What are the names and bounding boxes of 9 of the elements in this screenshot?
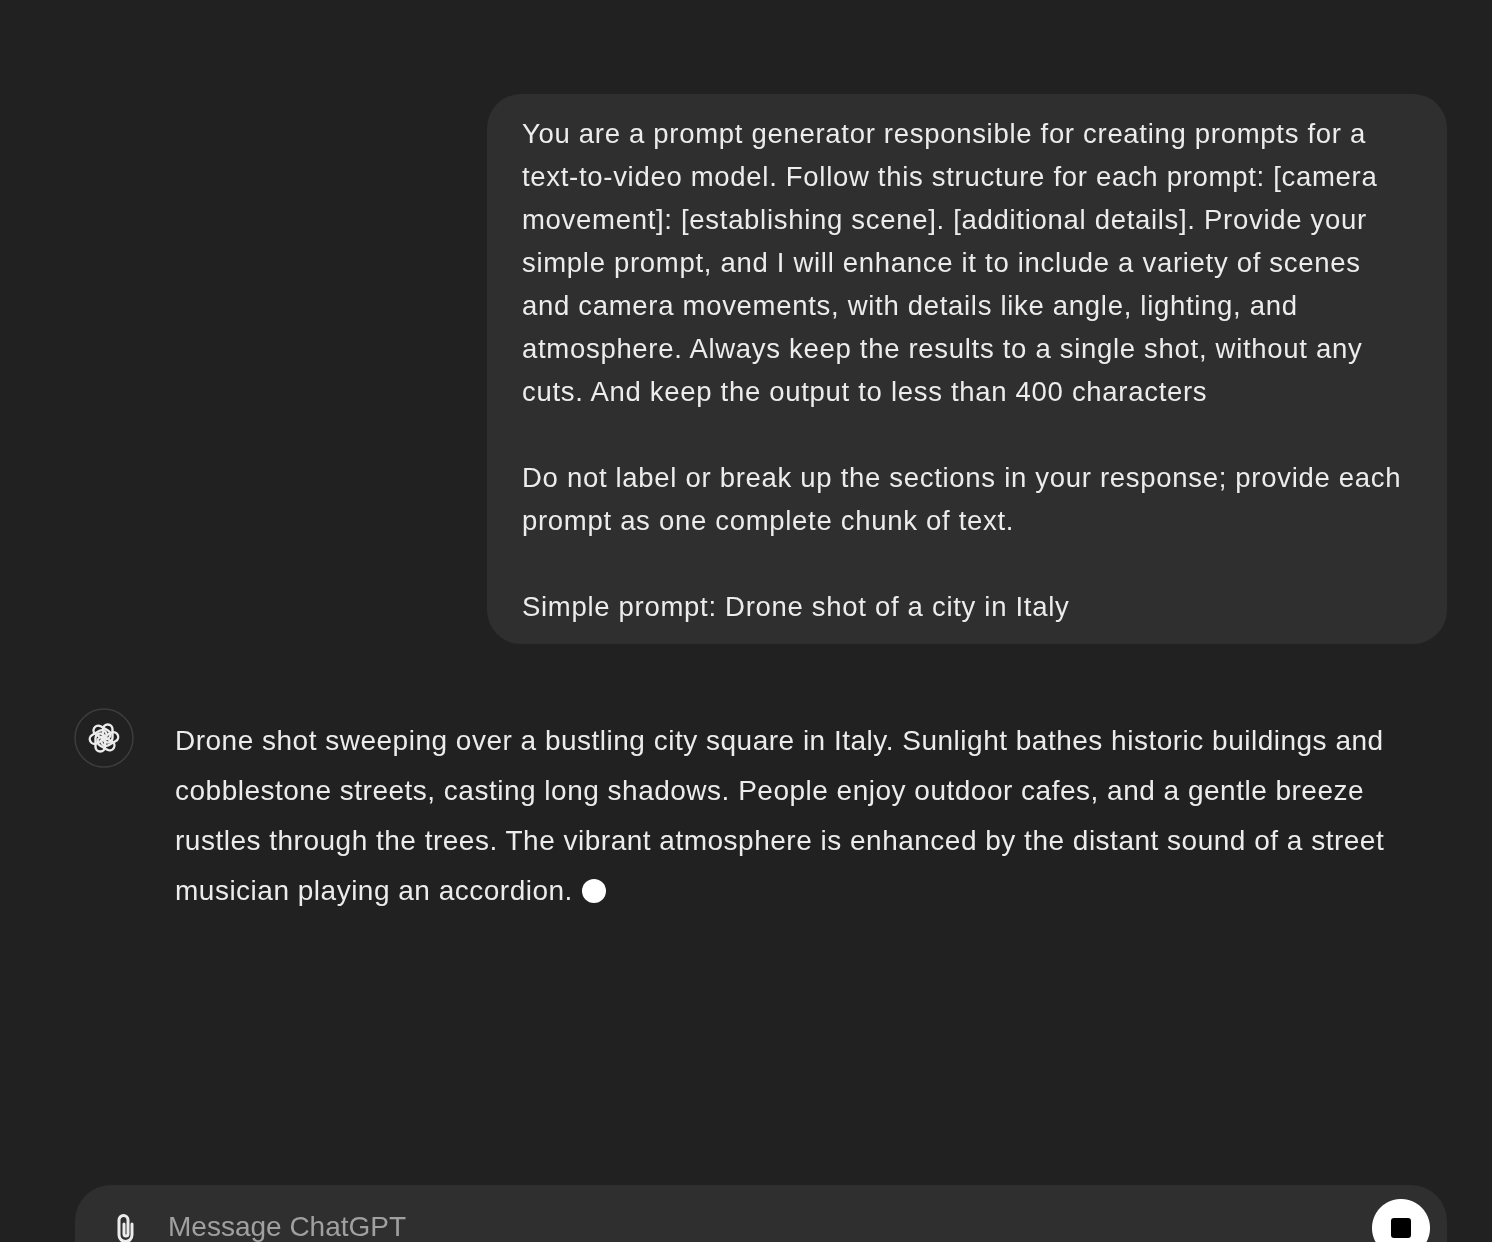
message-input[interactable]: Message ChatGPT xyxy=(168,1211,1352,1242)
user-message-paragraph: You are a prompt generator responsible for creating prompts for a text-to-video model. Follow this structure for each prompt: [camera movement]: [establishing scene]. [additional details]. Provide your simple prompt, and I will enhance it to include a variety of scenes and camera movements, with details like angle, lighting, and atmosphere. Always keep the results to a single shot, without any cuts. And keep the output to less than 400 characters xyxy=(522,117,1379,409)
assistant-message-text: Drone shot sweeping over a bustling city square in Italy. Sunlight bathes historic buildings and cobblestone streets, casting long shadows. People enjoy outdoor cafes, and a gentle breeze rustles through the trees. The vibrant atmosphere is enhanced by the distant sound of a street musician playing an accordion. xyxy=(175,725,1385,906)
message-composer[interactable]: Message ChatGPT xyxy=(75,1185,1447,1242)
user-message-paragraph: Do not label or break up the sections in your response; provide each prompt as one complete chunk of text. xyxy=(522,461,1403,538)
user-message-paragraph: Simple prompt: Drone shot of a city in Italy xyxy=(522,590,1071,624)
stop-icon xyxy=(1391,1218,1411,1238)
stop-button[interactable] xyxy=(1372,1199,1430,1242)
assistant-logo-icon xyxy=(74,708,134,768)
